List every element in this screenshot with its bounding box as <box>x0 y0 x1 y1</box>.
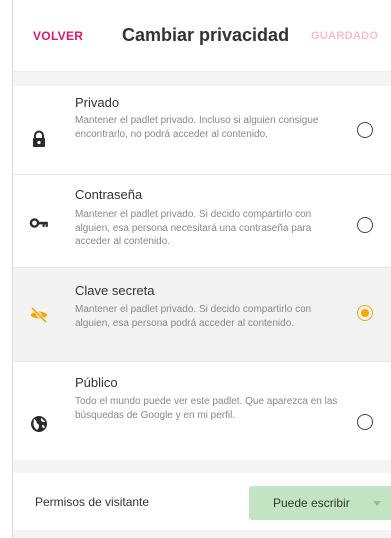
option-public[interactable]: Público Todo el mundo puede ver este pad… <box>13 362 391 460</box>
section-gap <box>13 530 391 538</box>
option-description: Todo el mundo puede ver este padlet. Que… <box>75 396 338 421</box>
option-description: Mantener el padlet privado. Si decido co… <box>75 304 312 329</box>
radio-password[interactable] <box>357 217 373 233</box>
option-password[interactable]: Contraseña Mantener el padlet privado. S… <box>13 175 391 268</box>
visitor-permissions-label: Permisos de visitante <box>35 495 150 509</box>
save-button[interactable]: GUARDADO <box>311 30 378 42</box>
option-title: Clave secreta <box>75 283 155 298</box>
header: VOLVER Cambiar privacidad GUARDADO <box>13 0 391 72</box>
visitor-permissions-value: Puede escribir <box>273 496 350 510</box>
privacy-panel: VOLVER Cambiar privacidad GUARDADO Priva… <box>12 0 391 538</box>
visitor-permissions-select[interactable]: Puede escribir <box>249 486 391 520</box>
page-title: Cambiar privacidad <box>122 25 290 45</box>
key-icon <box>29 218 48 228</box>
option-description: Mantener el padlet privado. Incluso si a… <box>75 115 319 140</box>
section-gap <box>13 72 391 86</box>
option-description: Mantener el padlet privado. Si decido co… <box>75 209 312 247</box>
option-title: Privado <box>75 95 120 110</box>
globe-icon <box>31 416 47 432</box>
option-secret-link[interactable]: Clave secreta Mantener el padlet privado… <box>13 268 391 362</box>
eye-off-icon <box>30 306 48 324</box>
lock-icon <box>33 130 45 147</box>
option-title: Público <box>75 375 118 390</box>
option-private[interactable]: Privado Mantener el padlet privado. Incl… <box>13 86 391 175</box>
chevron-down-icon <box>373 501 381 506</box>
back-button[interactable]: VOLVER <box>33 29 83 43</box>
radio-private[interactable] <box>357 122 373 138</box>
radio-public[interactable] <box>357 414 373 430</box>
section-gap <box>13 460 391 473</box>
option-title: Contraseña <box>75 187 143 202</box>
radio-secret-link[interactable] <box>357 305 373 321</box>
